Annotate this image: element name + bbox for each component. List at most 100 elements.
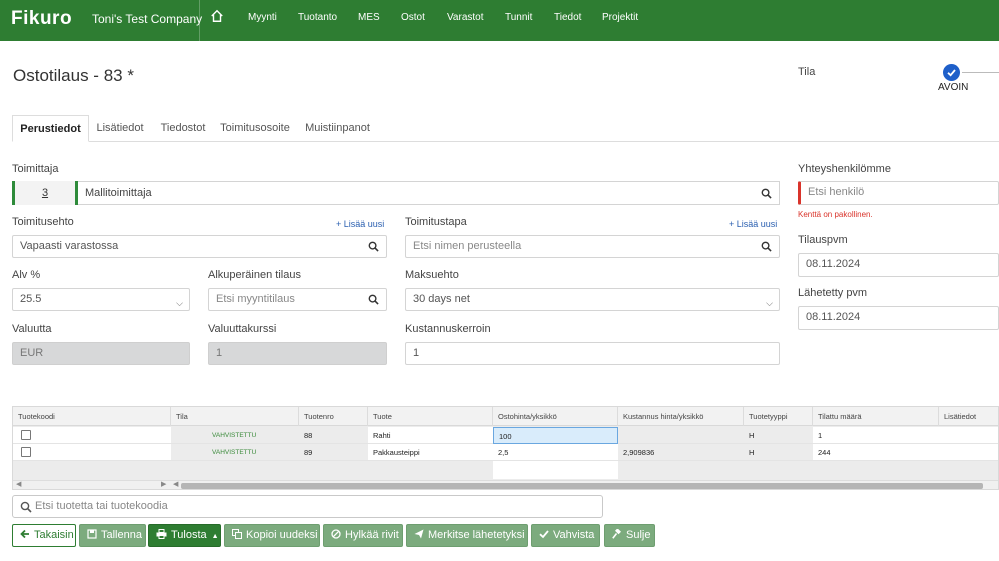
search-icon[interactable] — [761, 188, 772, 199]
close-button[interactable]: Sulje — [604, 524, 655, 547]
product-search-input[interactable]: Etsi tuotetta tai tuotekoodia — [12, 495, 603, 518]
brand-logo[interactable]: Fikuro — [11, 8, 72, 30]
row-status: VAHVISTETTU — [171, 444, 299, 461]
gavel-icon — [612, 528, 622, 539]
nav-mes[interactable]: MES — [358, 12, 380, 23]
row-notes[interactable] — [939, 427, 998, 444]
row-product[interactable]: Pakkausteippi — [368, 444, 493, 461]
col-header-notes[interactable]: Lisätiedot — [939, 407, 998, 426]
check-icon — [539, 530, 549, 539]
arrow-left-icon — [20, 529, 29, 539]
row-product-type: H — [744, 444, 813, 461]
supplier-name: Mallitoimittaja — [85, 187, 152, 199]
col-header-product-code[interactable]: Tuotekoodi — [13, 407, 171, 426]
nav-varastot[interactable]: Varastot — [447, 12, 484, 23]
tab-lisatiedot[interactable]: Lisätiedot — [92, 115, 148, 142]
exchange-rate-label: Valuuttakurssi — [208, 323, 277, 335]
row-purchase-price[interactable]: 2,5 — [493, 444, 618, 461]
col-header-purchase-price[interactable]: Ostohinta/yksikkö — [493, 407, 618, 426]
exchange-rate-input: 1 — [208, 342, 387, 365]
sent-date-label: Lähetetty pvm — [798, 287, 868, 299]
col-header-status[interactable]: Tila — [171, 407, 299, 426]
row-cost-price: 2,909836 — [618, 444, 744, 461]
col-header-ordered-qty[interactable]: Tilattu määrä — [813, 407, 939, 426]
delivery-method-input[interactable]: Etsi nimen perusteella — [405, 235, 780, 258]
cost-factor-input[interactable]: 1 — [405, 342, 780, 365]
search-icon[interactable] — [368, 241, 379, 252]
contact-input[interactable]: Etsi henkilö — [798, 181, 999, 205]
home-icon[interactable] — [210, 9, 224, 23]
scroll-left-icon[interactable]: ◀ — [16, 480, 21, 488]
row-notes[interactable] — [939, 444, 998, 461]
add-delivery-term-link[interactable]: + Lisää uusi — [336, 219, 384, 229]
order-lines-grid: Tuotekoodi Tila Tuotenro Tuote Ostohinta… — [12, 406, 999, 490]
payment-terms-select[interactable]: 30 days net ⌵ — [405, 288, 780, 311]
tab-tiedostot[interactable]: Tiedostot — [157, 115, 209, 142]
delivery-terms-input[interactable]: Vapaasti varastossa — [12, 235, 387, 258]
payment-terms-label: Maksuehto — [405, 269, 459, 281]
grid-header: Tuotekoodi Tila Tuotenro Tuote Ostohinta… — [13, 407, 998, 426]
nav-tuotanto[interactable]: Tuotanto — [298, 12, 337, 23]
delivery-terms-value: Vapaasti varastossa — [20, 240, 119, 252]
new-row-price-cell[interactable] — [493, 461, 618, 479]
col-header-product-type[interactable]: Tuotetyyppi — [744, 407, 813, 426]
nav-tiedot[interactable]: Tiedot — [554, 12, 581, 23]
vat-select[interactable]: 25.5 ⌵ — [12, 288, 190, 311]
status-step-indicator — [943, 64, 960, 81]
vat-label: Alv % — [12, 269, 41, 281]
row-checkbox[interactable] — [21, 447, 31, 457]
original-order-placeholder: Etsi myyntitilaus — [216, 293, 295, 305]
confirm-button[interactable]: Vahvista — [531, 524, 600, 547]
supplier-number-link[interactable]: 3 — [15, 181, 75, 205]
print-button[interactable]: Tulosta ▲ — [148, 524, 221, 547]
row-ordered-qty[interactable]: 244 — [813, 444, 939, 461]
printer-icon — [156, 529, 167, 539]
sent-date-input[interactable]: 08.11.2024 — [798, 306, 999, 330]
nav-myynti[interactable]: Myynti — [248, 12, 277, 23]
status-value: AVOIN — [938, 82, 969, 93]
save-button[interactable]: Tallenna — [79, 524, 146, 547]
table-row[interactable]: VAHVISTETTU 89 Pakkausteippi 2,5 2,90983… — [13, 444, 998, 461]
copy-as-new-button[interactable]: Kopioi uudeksi — [224, 524, 320, 547]
nav-projektit[interactable]: Projektit — [602, 12, 638, 23]
row-checkbox[interactable] — [21, 430, 31, 440]
status-connector — [962, 72, 999, 73]
search-icon[interactable] — [761, 241, 772, 252]
row-product-number: 88 — [299, 427, 368, 444]
grid-horizontal-scrollbar[interactable]: ◀ ▶ ◀ — [13, 480, 998, 489]
nav-tunnit[interactable]: Tunnit — [505, 12, 532, 23]
row-cost-price — [618, 427, 744, 444]
tab-perustiedot[interactable]: Perustiedot — [12, 115, 89, 142]
col-header-product-number[interactable]: Tuotenro — [299, 407, 368, 426]
col-header-product[interactable]: Tuote — [368, 407, 493, 426]
check-icon — [947, 69, 956, 77]
row-product[interactable]: Rahti — [368, 427, 493, 444]
tab-muistiinpanot[interactable]: Muistiinpanot — [305, 115, 370, 142]
reject-rows-button[interactable]: Hylkää rivit — [323, 524, 403, 547]
row-checkbox-cell — [13, 427, 171, 444]
search-icon[interactable] — [368, 294, 379, 305]
row-product-type: H — [744, 427, 813, 444]
order-date-input[interactable]: 08.11.2024 — [798, 253, 999, 277]
nav-ostot[interactable]: Ostot — [401, 12, 425, 23]
scroll-right-icon[interactable]: ▶ — [161, 480, 166, 488]
original-order-label: Alkuperäinen tilaus — [208, 269, 301, 281]
chevron-down-icon: ⌵ — [766, 298, 773, 308]
delivery-terms-label: Toimitusehto — [12, 216, 74, 228]
scrollbar-thumb[interactable] — [181, 483, 983, 489]
mark-as-sent-button[interactable]: Merkitse lähetetyksi — [406, 524, 528, 547]
add-delivery-method-link[interactable]: + Lisää uusi — [729, 219, 777, 229]
col-header-cost-price[interactable]: Kustannus hinta/yksikkö — [618, 407, 744, 426]
back-button[interactable]: Takaisin — [12, 524, 76, 547]
search-icon — [20, 501, 32, 513]
order-date-label: Tilauspvm — [798, 234, 848, 246]
tab-toimitusosoite[interactable]: Toimitusosoite — [220, 115, 290, 142]
original-order-input[interactable]: Etsi myyntitilaus — [208, 288, 387, 311]
page-title: Ostotilaus - 83 * — [13, 66, 134, 85]
row-purchase-price[interactable]: 100 — [493, 427, 618, 444]
table-row[interactable]: VAHVISTETTU 88 Rahti 100 H 1 — [13, 427, 998, 444]
scroll-left-icon[interactable]: ◀ — [173, 480, 178, 488]
row-ordered-qty[interactable]: 1 — [813, 427, 939, 444]
company-name[interactable]: Toni's Test Company — [92, 12, 202, 26]
nav-divider — [199, 0, 200, 41]
